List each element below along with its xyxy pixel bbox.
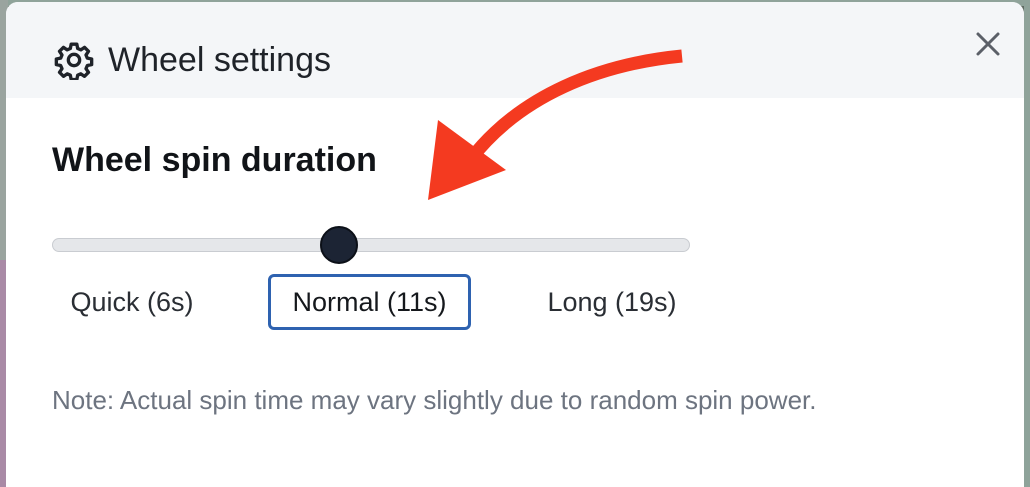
dialog-header: Wheel settings [6,2,1024,98]
gear-icon [54,42,94,80]
spin-duration-slider-track[interactable] [52,238,690,252]
spin-duration-note: Note: Actual spin time may vary slightly… [52,385,817,415]
spin-duration-title: Wheel spin duration [52,141,377,179]
preset-long-button[interactable]: Long (19s) [526,274,698,330]
dialog-title: Wheel settings [108,41,331,79]
preset-quick-button[interactable]: Quick (6s) [52,274,212,330]
preset-normal-button[interactable]: Normal (11s) [268,274,471,330]
close-icon[interactable] [968,24,1008,64]
backdrop-right [1024,0,1030,487]
spin-duration-slider-thumb[interactable] [320,226,358,264]
wheel-settings-dialog: Wheel settings Wheel spin duration Quick… [6,2,1024,487]
